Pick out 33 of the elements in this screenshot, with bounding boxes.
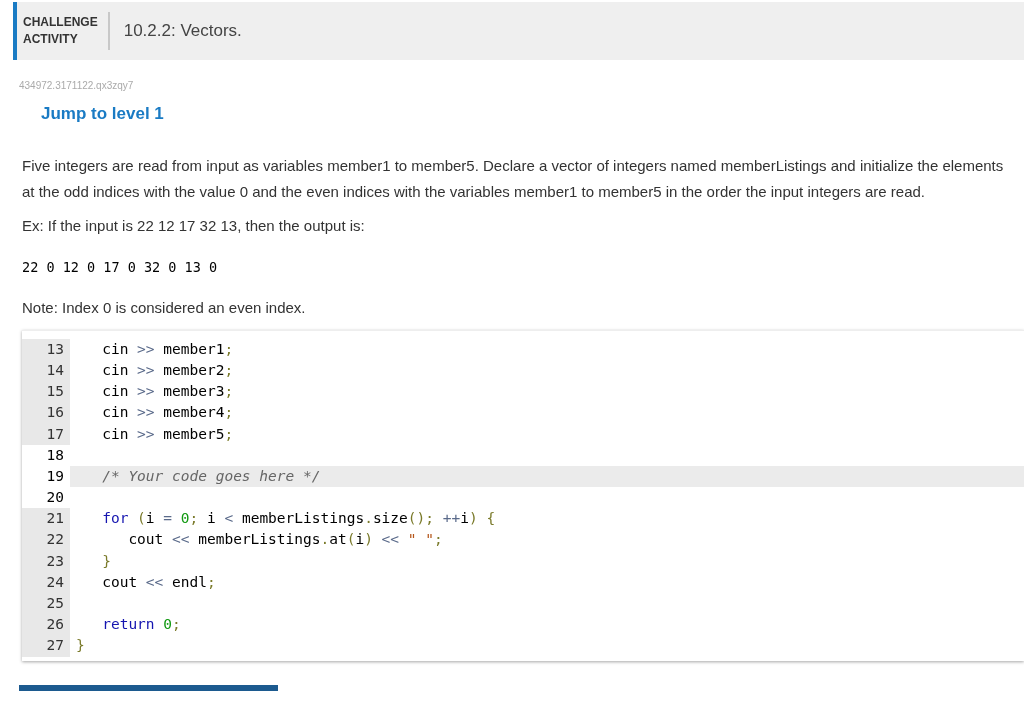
line-number: 16 [22,402,70,424]
line-number: 23 [22,550,70,572]
code-line: return 0; [101,615,182,635]
line-number: 14 [22,359,70,382]
line-number: 15 [22,381,70,403]
code-line: for (i = 0; i < memberListings.size(); ++i) { [101,509,497,529]
example-text: Ex: If the input is 22 12 17 32 13, then the output is: [22,215,366,236]
line-number: 13 [22,338,70,360]
line-number: 25 [22,593,70,615]
jump-to-level-link[interactable]: Jump to level 1 [41,101,164,127]
code-line: } [101,551,112,571]
code-line: cin >> member4; [101,403,235,423]
instructions-paragraph: Five integers are read from input as variables member1 to member5. Declare a vector of integers named memberListings and initialize the elements at the odd indices with the value 0 and the even indices with the variables member1 to member5 in the order the input integers are read. [22,155,1005,202]
header-badge-text: CHALLENGE [23,14,98,31]
activity-title: 10.2.2: Vectors. [123,20,242,43]
code-line: } [75,636,86,656]
example-output: 22 0 12 0 17 0 32 0 13 0 [22,258,219,277]
code-line: cin >> member1; [101,339,235,359]
line-number: 27 [22,635,70,657]
line-number: 22 [22,529,70,551]
code-line: cout << memberListings.at(i) << " "; [127,530,444,550]
code-line: cin >> member2; [101,360,235,380]
header-badge-text: ACTIVITY [23,31,79,48]
line-number: 17 [22,423,70,445]
code-line: cin >> member5; [101,424,235,444]
line-number: 21 [22,508,70,530]
activity-id: 434972.3171122.qx3zqy7 [19,79,135,93]
code-line: cout << endl; [101,572,217,592]
line-number: 24 [22,571,70,593]
code-line: cin >> member3; [101,382,235,402]
button-edge[interactable] [19,684,278,691]
line-number: 26 [22,614,70,636]
note-text: Note: Index 0 is considered an even index. [22,298,307,319]
